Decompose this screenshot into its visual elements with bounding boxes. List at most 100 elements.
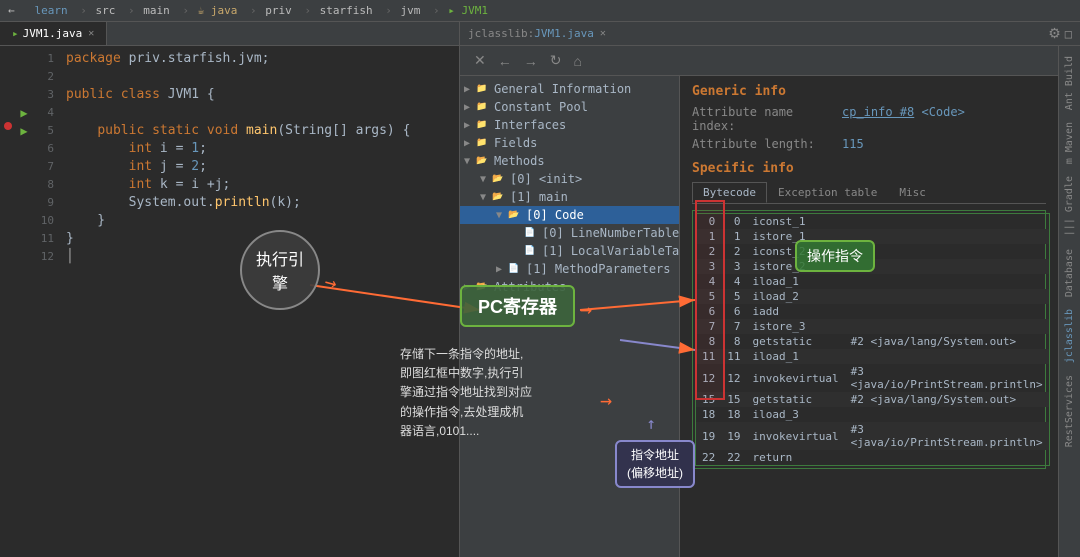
tree-main[interactable]: ▼ 📂 [1] main xyxy=(460,188,679,206)
code-line-6: 6 int i = 1; xyxy=(0,140,459,158)
tree-methods-label: Methods xyxy=(494,154,545,168)
file-icon-1: 📄 xyxy=(522,226,538,240)
attr-name-value: cp_info #8 <Code> xyxy=(842,105,965,133)
nav-home-btn[interactable]: ⌂ xyxy=(569,51,585,71)
attr-name-label: Attribute name index: xyxy=(692,105,842,133)
tree-fields-label: Fields xyxy=(494,136,537,150)
code-line-12: 12 │ xyxy=(0,248,459,266)
folder-icon-9: 📂 xyxy=(474,280,490,294)
code-panel: 1 package priv.starfish.jvm; 2 3 public … xyxy=(0,46,460,557)
tree-code-label: [0] Code xyxy=(526,208,584,222)
breadcrumb-bar: ← learn › src › main › ☕ java › priv › s… xyxy=(0,0,1080,22)
bc-row-19: 19 19 invokevirtual #3 <java/io/PrintStr… xyxy=(696,422,1050,450)
bc-row-22: 22 22 return xyxy=(696,450,1050,466)
code-line-5: ▶ 5 public static void main(String[] arg… xyxy=(0,122,459,140)
folder-icon: 📁 xyxy=(474,82,490,96)
close-icon[interactable]: ✕ xyxy=(88,28,94,39)
code-line-3: 3 public class JVM1 { xyxy=(0,86,459,104)
bc-row-5: 5 5 iload_2 xyxy=(696,289,1050,304)
jclasslib-navbar: ✕ ← → ↻ ⌂ xyxy=(460,46,1058,76)
bc-row-0: 0 0 iconst_1 xyxy=(696,214,1050,230)
bc-row-4: 4 4 iload_1 xyxy=(696,274,1050,289)
code-line-2: 2 xyxy=(0,68,459,86)
tree-methods[interactable]: ▼ 📂 Methods xyxy=(460,152,679,170)
tree-methodparams-label: [1] MethodParameters xyxy=(526,262,671,276)
tree-main-label: [1] main xyxy=(510,190,568,204)
tree-localvar[interactable]: 📄 [1] LocalVariableTable xyxy=(460,242,679,260)
bc-row-1: 1 1 istore_1 xyxy=(696,229,1050,244)
bc-row-2: 2 2 iconst_2 xyxy=(696,244,1050,259)
bytecode-table: 0 0 iconst_1 1 1 istore_1 xyxy=(695,213,1050,466)
expand-button[interactable]: □ xyxy=(1065,27,1072,41)
sidebar-jclasslib[interactable]: jclasslib xyxy=(1062,303,1077,369)
bc-row-3: 3 3 istore_2 xyxy=(696,259,1050,274)
jclasslib-tab-filename: JVM1.java xyxy=(534,27,594,40)
tab-exception-table[interactable]: Exception table xyxy=(767,182,888,203)
folder-icon-5: 📂 xyxy=(474,154,490,168)
sidebar-maven[interactable]: m Maven xyxy=(1062,116,1077,170)
folder-icon-8: 📂 xyxy=(506,208,522,222)
code-line-7: 7 int j = 2; xyxy=(0,158,459,176)
nav-back-btn[interactable]: ← xyxy=(494,51,516,71)
sidebar-rest-services[interactable]: RestServices xyxy=(1062,369,1077,453)
sidebar-ant-build[interactable]: Ant Build xyxy=(1062,50,1077,116)
attr-length-row: Attribute length: 115 xyxy=(692,137,1046,151)
nav-close-btn[interactable]: ✕ xyxy=(470,50,490,71)
tab-bytecode[interactable]: Bytecode xyxy=(692,182,767,203)
folder-icon-6: 📂 xyxy=(490,172,506,186)
bc-row-18: 18 18 iload_3 xyxy=(696,407,1050,422)
tab-label: JVM1.java xyxy=(23,27,83,40)
tree-linenumber-label: [0] LineNumberTable xyxy=(542,226,679,240)
tree-interfaces[interactable]: ▶ 📁 Interfaces xyxy=(460,116,679,134)
tab-misc[interactable]: Misc xyxy=(888,182,937,203)
folder-icon-2: 📁 xyxy=(474,100,490,114)
settings-button[interactable]: ⚙ xyxy=(1048,25,1061,42)
jclasslib-tab-prefix: jclasslib: xyxy=(468,27,534,40)
attr-name-row: Attribute name index: cp_info #8 <Code> xyxy=(692,105,1046,133)
code-line-4: ▶ 4 xyxy=(0,104,459,122)
tree-code[interactable]: ▼ 📂 [0] Code xyxy=(460,206,679,224)
code-line-9: 9 System.out.println(k); xyxy=(0,194,459,212)
nav-refresh-btn[interactable]: ↻ xyxy=(546,50,566,71)
jclasslib-panel: ✕ ← → ↻ ⌂ ▶ 📁 General Information ▶ xyxy=(460,46,1058,557)
folder-icon-3: 📁 xyxy=(474,118,490,132)
code-line-11: 11 } xyxy=(0,230,459,248)
tree-init[interactable]: ▼ 📂 [0] <init> xyxy=(460,170,679,188)
file-icon-2: 📄 xyxy=(522,244,538,258)
tab-jvm1-java[interactable]: ▸ JVM1.java ✕ xyxy=(0,22,107,45)
bc-row-12: 12 12 invokevirtual #3 <java/io/PrintStr… xyxy=(696,364,1050,392)
tree-interfaces-label: Interfaces xyxy=(494,118,566,132)
sidebar-database[interactable]: Database xyxy=(1062,243,1077,303)
tree-localvar-label: [1] LocalVariableTable xyxy=(542,244,680,258)
tree-constant-pool-label: Constant Pool xyxy=(494,100,588,114)
bytecode-tabs: Bytecode Exception table Misc xyxy=(692,182,1046,204)
right-sidebar: Ant Build m Maven ||| Gradle Database jc… xyxy=(1058,46,1080,557)
code-line-8: 8 int k = i +j; xyxy=(0,176,459,194)
tree-general-label: General Information xyxy=(494,82,631,96)
jclasslib-tree: ▶ 📁 General Information ▶ 📁 Constant Poo… xyxy=(460,76,680,557)
tree-constant-pool[interactable]: ▶ 📁 Constant Pool xyxy=(460,98,679,116)
code-line-1: 1 package priv.starfish.jvm; xyxy=(0,50,459,68)
bc-row-7: 7 7 istore_3 xyxy=(696,319,1050,334)
folder-icon-4: 📁 xyxy=(474,136,490,150)
breadcrumb: ← learn › src › main › ☕ java › priv › s… xyxy=(8,4,492,17)
specific-info-title: Specific info xyxy=(692,161,1046,176)
file-icon-3: 📄 xyxy=(506,262,522,276)
tree-attributes[interactable]: ▶ 📂 Attributes xyxy=(460,278,679,296)
bc-row-11: 11 11 iload_1 xyxy=(696,349,1050,364)
nav-forward-btn[interactable]: → xyxy=(520,51,542,71)
bc-row-6: 6 6 iadd xyxy=(696,304,1050,319)
tree-fields[interactable]: ▶ 📁 Fields xyxy=(460,134,679,152)
jclasslib-tab-close[interactable]: ✕ xyxy=(600,28,606,39)
code-line-10: 10 } xyxy=(0,212,459,230)
sidebar-gradle[interactable]: ||| Gradle xyxy=(1062,170,1077,242)
attr-length-value: 115 xyxy=(842,137,864,151)
attr-length-label: Attribute length: xyxy=(692,137,842,151)
tree-general[interactable]: ▶ 📁 General Information xyxy=(460,80,679,98)
generic-info-title: Generic info xyxy=(692,84,1046,99)
bc-row-8: 8 8 getstatic #2 <java/lang/System.out> xyxy=(696,334,1050,349)
tree-methodparams[interactable]: ▶ 📄 [1] MethodParameters xyxy=(460,260,679,278)
bc-row-15: 15 15 getstatic #2 <java/lang/System.out… xyxy=(696,392,1050,407)
tree-linenumber[interactable]: 📄 [0] LineNumberTable xyxy=(460,224,679,242)
tree-attributes-label: Attributes xyxy=(494,280,566,294)
